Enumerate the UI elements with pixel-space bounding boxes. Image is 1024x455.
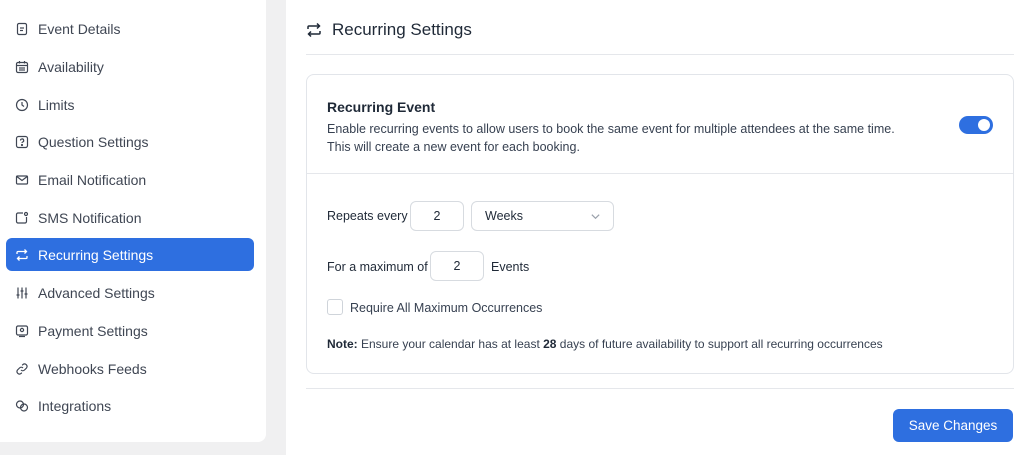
sidebar-item-webhooks-feeds[interactable]: Webhooks Feeds [6, 352, 254, 385]
repeats-every-label: Repeats every [327, 209, 408, 223]
document-icon [15, 22, 29, 36]
repeat-icon [306, 22, 322, 38]
sidebar-item-availability[interactable]: Availability [6, 50, 254, 83]
recurring-settings-card: Recurring Event Enable recurring events … [306, 74, 1014, 374]
sidebar: Event Details Availability Limits Questi… [0, 0, 266, 442]
chevron-down-icon [591, 214, 600, 220]
recurring-event-title: Recurring Event [327, 99, 436, 115]
require-all-occurrences-checkbox[interactable] [327, 299, 343, 315]
page-title: Recurring Settings [332, 20, 472, 39]
sidebar-item-label: Email Notification [38, 171, 147, 188]
sidebar-item-payment-settings[interactable]: Payment Settings [6, 314, 254, 347]
integrations-icon [15, 399, 29, 413]
sidebar-item-integrations[interactable]: Integrations [6, 389, 254, 422]
calendar-icon [15, 60, 29, 74]
question-icon [15, 135, 29, 149]
require-all-occurrences-label: Require All Maximum Occurrences [350, 301, 543, 315]
sidebar-item-label: Availability [38, 58, 104, 75]
sidebar-item-label: SMS Notification [38, 209, 142, 226]
divider [306, 54, 1014, 55]
note-prefix: Note: [327, 337, 358, 351]
sms-icon [15, 211, 29, 225]
main-content: Recurring Settings Recurring Event Enabl… [286, 0, 1024, 455]
maximum-label: For a maximum of [327, 260, 428, 274]
sliders-icon [15, 286, 29, 300]
note-text-1: Ensure your calendar has at least [357, 337, 544, 351]
sidebar-item-label: Question Settings [38, 133, 149, 150]
repeat-unit-select[interactable]: Weeks [471, 201, 614, 231]
page-header: Recurring Settings [306, 16, 472, 44]
recurring-event-description: Enable recurring events to allow users t… [327, 122, 895, 154]
maximum-occurrences-input[interactable] [430, 251, 484, 281]
repeats-every-input[interactable] [410, 201, 464, 231]
repeat-unit-value: Weeks [485, 209, 523, 223]
link-icon [15, 362, 29, 376]
sidebar-item-label: Payment Settings [38, 322, 148, 339]
payment-icon [15, 324, 29, 338]
sidebar-item-label: Advanced Settings [38, 284, 155, 301]
sidebar-item-label: Webhooks Feeds [38, 360, 147, 377]
clock-icon [15, 98, 29, 112]
sidebar-item-label: Limits [38, 96, 75, 113]
sidebar-item-advanced-settings[interactable]: Advanced Settings [6, 276, 254, 309]
sidebar-item-label: Event Details [38, 20, 121, 37]
sidebar-item-email-notification[interactable]: Email Notification [6, 163, 254, 196]
sidebar-item-limits[interactable]: Limits [6, 88, 254, 121]
recurring-event-toggle[interactable] [959, 116, 993, 134]
save-changes-button[interactable]: Save Changes [893, 409, 1013, 442]
sidebar-item-event-details[interactable]: Event Details [6, 12, 254, 45]
events-suffix: Events [491, 260, 530, 274]
divider [306, 388, 1014, 389]
note-days: 28 [543, 337, 557, 351]
sidebar-item-label: Integrations [38, 397, 112, 414]
toggle-knob [978, 119, 990, 131]
sidebar-item-label: Recurring Settings [38, 246, 154, 263]
envelope-icon [15, 173, 29, 187]
card-header: Recurring Event Enable recurring events … [307, 75, 1013, 174]
repeat-icon [15, 248, 29, 262]
availability-note: Note: Ensure your calendar has at least … [327, 337, 883, 351]
note-text-2: days of future availability to support a… [556, 337, 883, 351]
sidebar-item-recurring-settings[interactable]: Recurring Settings [6, 238, 254, 271]
sidebar-item-sms-notification[interactable]: SMS Notification [6, 201, 254, 234]
sidebar-item-question-settings[interactable]: Question Settings [6, 125, 254, 158]
